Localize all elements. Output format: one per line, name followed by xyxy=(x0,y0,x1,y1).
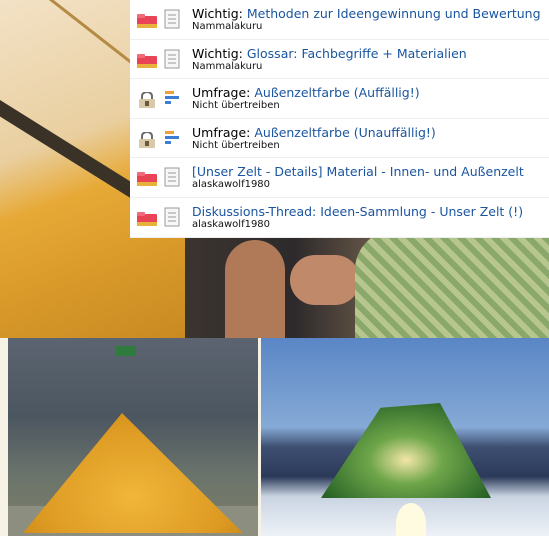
tent-light xyxy=(396,503,426,536)
thread-list: Wichtig: Methoden zur Ideengewinnung und… xyxy=(130,0,549,238)
thread-link[interactable]: [Unser Zelt - Details] Material - Innen-… xyxy=(192,164,524,179)
green-tent xyxy=(321,403,491,498)
thread-title[interactable]: Umfrage: Außenzeltfarbe (Auffällig!) xyxy=(192,85,420,100)
thread-row[interactable]: Umfrage: Außenzeltfarbe (Unauffällig!) Ni… xyxy=(130,119,549,159)
thread-link[interactable]: Außenzeltfarbe (Unauffällig!) xyxy=(254,125,435,140)
thread-link[interactable]: Diskussions-Thread: Ideen-Sammlung - Uns… xyxy=(192,204,523,219)
thread-author[interactable]: alaskawolf1980 xyxy=(192,179,524,191)
lock-icon xyxy=(137,130,157,148)
poll-icon xyxy=(164,88,180,108)
thread-title[interactable]: [Unser Zelt - Details] Material - Innen-… xyxy=(192,164,524,179)
document-icon xyxy=(164,167,180,187)
thread-author[interactable]: Nammalakuru xyxy=(192,21,541,33)
plaid-shirt xyxy=(355,230,549,338)
poll-icon xyxy=(164,128,180,148)
thread-title[interactable]: Wichtig: Methoden zur Ideengewinnung und… xyxy=(192,6,541,21)
folder-icon xyxy=(137,211,157,226)
thread-text: Wichtig: Methoden zur Ideengewinnung und… xyxy=(192,6,541,33)
thread-link[interactable]: Glossar: Fachbegriffe + Materialien xyxy=(247,46,467,61)
document-icon xyxy=(164,207,180,227)
thread-text: [Unser Zelt - Details] Material - Innen-… xyxy=(192,164,524,191)
thread-author[interactable]: Nicht übertreiben xyxy=(192,140,436,152)
thread-row[interactable]: Wichtig: Methoden zur Ideengewinnung und… xyxy=(130,0,549,40)
folder-icon xyxy=(137,171,157,187)
thread-prefix: Umfrage: xyxy=(192,124,255,140)
thread-author[interactable]: Nicht übertreiben xyxy=(192,100,420,112)
document-icon xyxy=(164,49,180,69)
folder-icon xyxy=(137,53,157,68)
thread-text: Diskussions-Thread: Ideen-Sammlung - Uns… xyxy=(192,204,523,231)
yellow-tent xyxy=(23,413,243,533)
thread-row[interactable]: [Unser Zelt - Details] Material - Innen-… xyxy=(130,158,549,198)
thread-link[interactable]: Methoden zur Ideengewinnung und Bewertun… xyxy=(247,6,541,21)
thread-row[interactable]: Diskussions-Thread: Ideen-Sammlung - Uns… xyxy=(130,198,549,238)
thread-text: Umfrage: Außenzeltfarbe (Unauffällig!) Ni… xyxy=(192,125,436,152)
document-icon xyxy=(164,9,180,29)
thread-text: Umfrage: Außenzeltfarbe (Auffällig!) Nich… xyxy=(192,85,420,112)
person-arm xyxy=(225,240,285,338)
lock-icon xyxy=(137,91,157,109)
exit-sign xyxy=(116,346,136,356)
thread-prefix: Wichtig: xyxy=(192,45,247,61)
thread-row[interactable]: Umfrage: Außenzeltfarbe (Auffällig!) Nich… xyxy=(130,79,549,119)
thread-author[interactable]: Nammalakuru xyxy=(192,61,467,73)
thread-author[interactable]: alaskawolf1980 xyxy=(192,219,523,231)
thread-title[interactable]: Umfrage: Außenzeltfarbe (Unauffällig!) xyxy=(192,125,436,140)
thread-prefix: Wichtig: xyxy=(192,6,247,21)
expo-tent-photo xyxy=(8,338,258,536)
thread-title[interactable]: Wichtig: Glossar: Fachbegriffe + Materia… xyxy=(192,46,467,61)
snow-tent-photo xyxy=(261,338,549,536)
thread-text: Wichtig: Glossar: Fachbegriffe + Materia… xyxy=(192,46,467,73)
person-hand xyxy=(290,255,360,305)
thread-link[interactable]: Außenzeltfarbe (Auffällig!) xyxy=(254,85,419,100)
thread-title[interactable]: Diskussions-Thread: Ideen-Sammlung - Uns… xyxy=(192,204,523,219)
thread-row[interactable]: Wichtig: Glossar: Fachbegriffe + Materia… xyxy=(130,40,549,80)
folder-icon xyxy=(137,13,157,28)
thread-prefix: Umfrage: xyxy=(192,85,255,101)
